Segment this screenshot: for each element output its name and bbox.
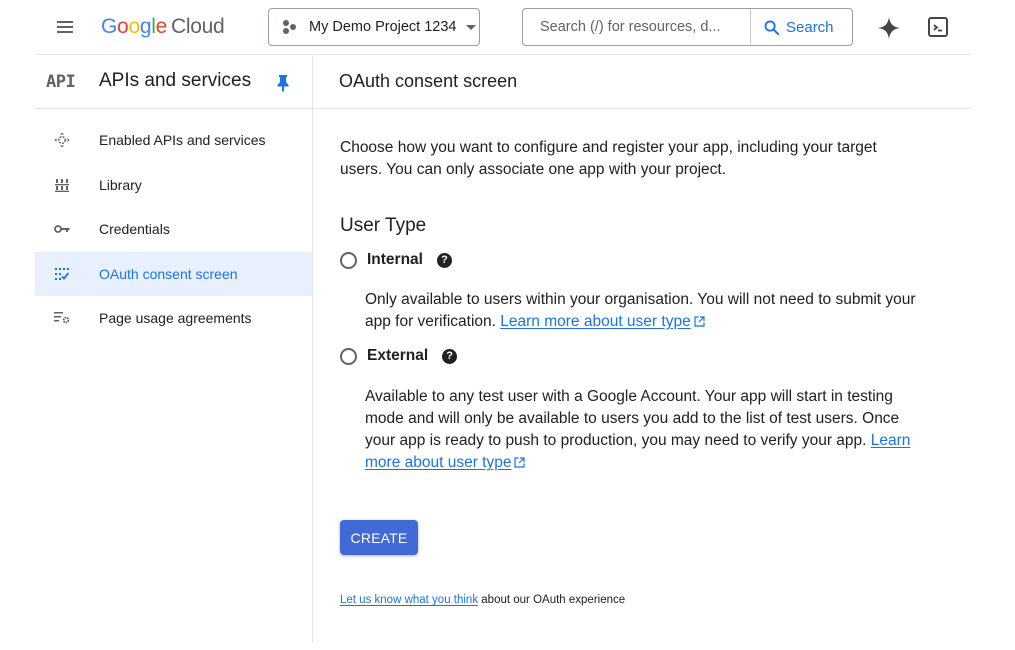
feedback-link[interactable]: Let us know what you think xyxy=(340,594,478,606)
logo-letter: g xyxy=(139,15,152,38)
user-type-internal-option[interactable]: Internal ? xyxy=(340,251,452,269)
external-description-text: Available to any test user with a Google… xyxy=(365,388,900,449)
external-link-icon xyxy=(514,457,526,468)
search-input[interactable] xyxy=(523,9,751,45)
api-logo-icon: API xyxy=(46,72,76,92)
help-icon[interactable]: ? xyxy=(436,252,452,268)
sidebar-item-label: Library xyxy=(99,176,142,193)
search-bar: Search xyxy=(522,8,853,46)
search-icon xyxy=(764,20,780,35)
project-hub-icon xyxy=(283,20,297,34)
enabled-apis-icon xyxy=(54,132,70,148)
external-link-icon xyxy=(694,316,705,327)
oauth-consent-icon xyxy=(54,266,70,282)
internal-label: Internal xyxy=(367,251,423,268)
sidebar-item-oauth-consent-screen[interactable]: OAuth consent screen xyxy=(35,251,312,296)
internal-description: Only available to users within your orga… xyxy=(365,289,925,333)
user-type-heading: User Type xyxy=(340,215,427,236)
external-description: Available to any test user with a Google… xyxy=(365,386,925,474)
pin-icon[interactable] xyxy=(276,74,290,92)
logo-letter: G xyxy=(101,15,118,38)
logo-letter: e xyxy=(155,15,168,38)
logo-product-name: Cloud xyxy=(170,15,225,38)
external-label: External xyxy=(367,347,429,364)
library-icon xyxy=(54,177,70,193)
logo-letter: o xyxy=(128,15,140,38)
top-app-bar: Google Cloud My Demo Project 1234 Search xyxy=(35,0,971,55)
sidebar-item-label: OAuth consent screen xyxy=(99,265,238,282)
section-title: APIs and services xyxy=(99,70,252,91)
sidebar-item-library[interactable]: Library xyxy=(35,163,312,208)
sidebar-item-enabled-apis[interactable]: Enabled APIs and services xyxy=(35,118,312,163)
page-title: OAuth consent screen xyxy=(339,71,518,91)
project-picker[interactable]: My Demo Project 1234 xyxy=(268,8,480,46)
external-radio[interactable] xyxy=(340,347,357,365)
feedback-suffix: about our OAuth experience xyxy=(478,594,626,606)
user-type-external-option[interactable]: External ? xyxy=(340,347,458,365)
sidebar-item-label: Enabled APIs and services xyxy=(99,132,266,149)
logo-letter: o xyxy=(117,15,129,38)
cloud-shell-terminal-icon[interactable] xyxy=(927,16,949,38)
key-icon xyxy=(54,221,70,237)
dropdown-caret-icon xyxy=(466,24,477,30)
learn-more-user-type-link[interactable]: Learn more about user type xyxy=(500,313,690,330)
hamburger-menu-icon[interactable] xyxy=(55,17,77,37)
page-usage-settings-icon xyxy=(54,310,70,326)
sidebar-item-page-usage-agreements[interactable]: Page usage agreements xyxy=(35,296,312,341)
sidebar-item-credentials[interactable]: Credentials xyxy=(35,207,312,252)
sidebar-item-label: Page usage agreements xyxy=(99,310,252,327)
search-button[interactable]: Search xyxy=(751,9,852,45)
project-name: My Demo Project 1234 xyxy=(309,19,457,35)
search-button-label: Search xyxy=(786,18,834,36)
intro-text: Choose how you want to configure and reg… xyxy=(340,139,877,178)
gemini-sparkle-icon[interactable] xyxy=(875,14,903,42)
section-header: API APIs and services OAuth consent scre… xyxy=(35,55,971,109)
sidebar-divider xyxy=(312,55,313,643)
sidebar-nav: Enabled APIs and services Library Creden… xyxy=(35,118,312,341)
google-cloud-logo[interactable]: Google Cloud xyxy=(101,15,225,39)
create-button[interactable]: CREATE xyxy=(340,520,418,555)
internal-radio[interactable] xyxy=(340,251,357,269)
sidebar-item-label: Credentials xyxy=(99,221,170,238)
help-icon[interactable]: ? xyxy=(442,348,458,364)
feedback-text: Let us know what you think about our OAu… xyxy=(340,594,625,606)
